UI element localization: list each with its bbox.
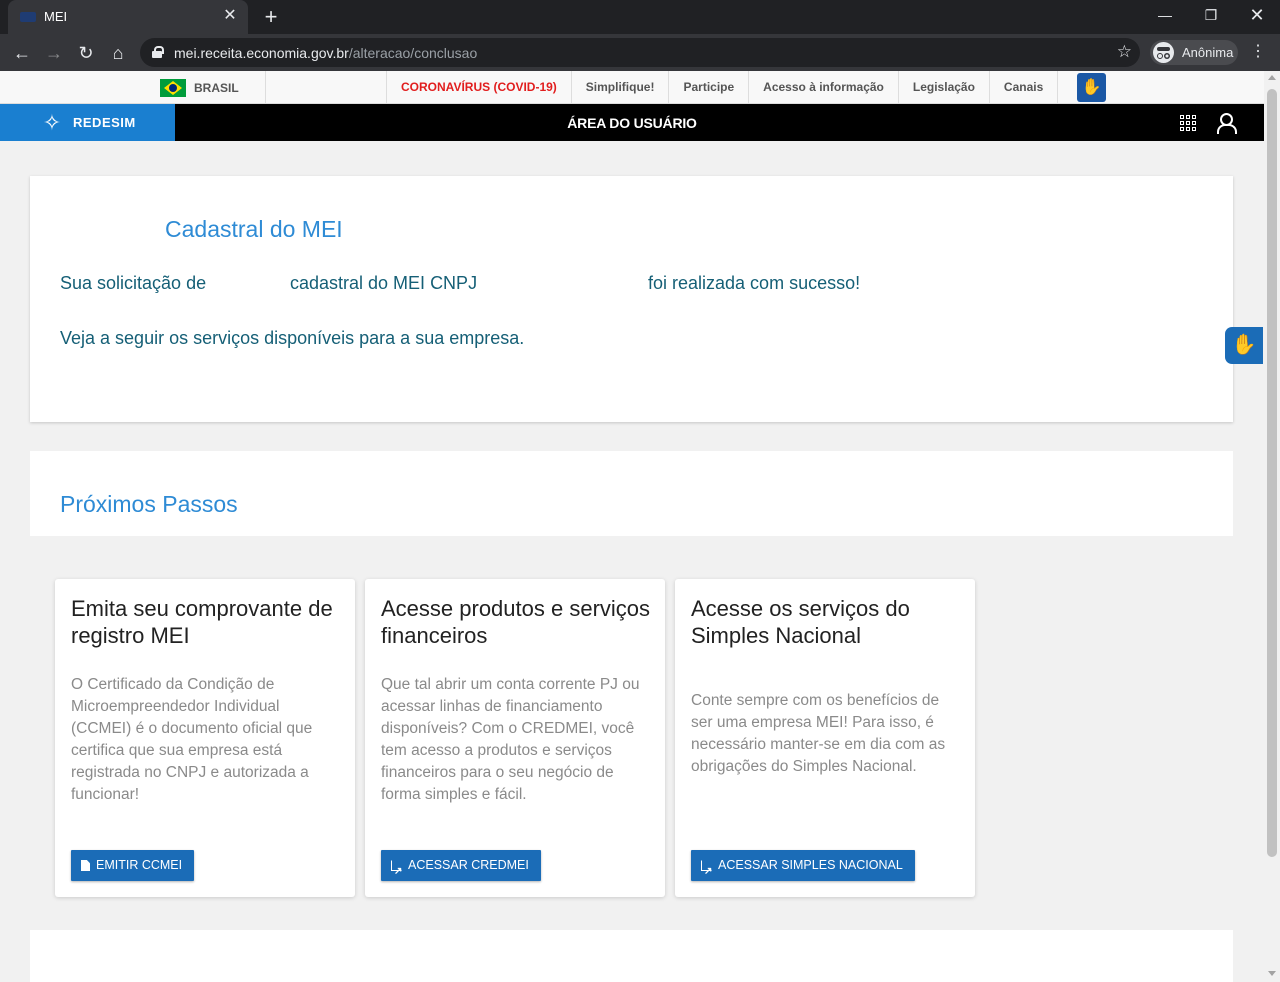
scroll-down-icon[interactable] <box>1268 971 1276 976</box>
gov-brasil-link[interactable]: BRASIL <box>194 81 239 95</box>
confirmation-title: Cadastral do MEI <box>165 216 343 242</box>
browser-toolbar: ← → ↻ ⌂ mei.receita.economia.gov.br/alte… <box>0 34 1280 71</box>
message-part: foi realizada com sucesso! <box>648 273 861 293</box>
gov-link-participe[interactable]: Participe <box>668 71 748 104</box>
hands-sign-language-icon[interactable]: ✋ <box>1077 73 1106 102</box>
incognito-icon <box>1153 42 1174 63</box>
gov-links: CORONAVÍRUS (COVID-19) Simplifique! Part… <box>386 71 1059 104</box>
divider <box>265 71 266 104</box>
step-description: Conte sempre com os benefícios de ser um… <box>691 692 946 775</box>
step-description: O Certificado da Condição de Microempree… <box>71 676 313 803</box>
browser-tab[interactable]: MEI ✕ <box>8 0 248 34</box>
step-card-ccmei: Emita seu comprovante de registro MEI O … <box>55 579 355 897</box>
profile-label: Anônima <box>1182 45 1234 60</box>
arrow-left-icon[interactable]: ← <box>8 39 36 67</box>
window-close-button[interactable]: ✕ <box>1234 0 1280 30</box>
window-restore-button[interactable]: ❐ <box>1188 0 1234 30</box>
arrow-right-icon[interactable]: → <box>40 39 68 67</box>
gov-link-covid[interactable]: CORONAVÍRUS (COVID-19) <box>386 71 571 104</box>
lock-icon[interactable] <box>152 46 164 58</box>
gov-bar: BRASIL CORONAVÍRUS (COVID-19) Simplifiqu… <box>0 71 1264 104</box>
hands-sign-language-icon[interactable]: ✋ <box>1225 327 1263 364</box>
scroll-up-icon[interactable] <box>1268 75 1276 80</box>
confirmation-message: Sua solicitação de cadastral do MEI CNPJ f… <box>60 273 860 294</box>
next-steps-title: Próximos Passos <box>60 491 238 517</box>
reload-icon[interactable]: ↻ <box>72 39 100 67</box>
favicon-icon <box>20 12 36 22</box>
document-icon <box>81 860 90 871</box>
tab-title: MEI <box>44 9 68 24</box>
page-viewport: BRASIL CORONAVÍRUS (COVID-19) Simplifiqu… <box>0 71 1264 982</box>
page-title: ÁREA DO USUÁRIO <box>567 115 697 131</box>
acessar-credmei-button[interactable]: ACESSAR CREDMEI <box>381 850 541 887</box>
url-text[interactable]: mei.receita.economia.gov.br/alteracao/co… <box>174 45 477 61</box>
browser-menu-icon[interactable]: ⋮ <box>1250 42 1266 62</box>
window-minimize-button[interactable]: — <box>1142 0 1188 30</box>
step-description: Que tal abrir um conta corrente PJ ou ac… <box>381 676 640 803</box>
user-icon[interactable] <box>1215 112 1237 134</box>
external-link-icon <box>391 856 402 887</box>
gov-link-canais[interactable]: Canais <box>988 71 1059 104</box>
gov-link-legislacao[interactable]: Legislação <box>897 71 989 104</box>
step-title: Emita seu comprovante de registro MEI <box>71 596 333 648</box>
confirmation-card: Cadastral do MEI Sua solicitação de cadas… <box>30 176 1233 422</box>
step-title: Acesse os serviços do Simples Nacional <box>691 596 910 648</box>
home-icon[interactable]: ⌂ <box>104 39 132 67</box>
acessar-simples-nacional-button[interactable]: ACESSAR SIMPLES NACIONAL <box>691 850 915 887</box>
star-icon[interactable]: ☆ <box>1117 42 1132 62</box>
message-part: Sua solicitação de <box>60 273 207 293</box>
browser-tab-bar: MEI ✕ + — ❐ ✕ <box>0 0 1280 34</box>
app-header: ✧ REDESIM ÁREA DO USUÁRIO <box>0 104 1264 141</box>
address-bar[interactable]: mei.receita.economia.gov.br/alteracao/co… <box>140 38 1140 67</box>
footer-card <box>30 930 1233 982</box>
message-part: cadastral do MEI CNPJ <box>290 273 478 293</box>
page-scrollbar[interactable] <box>1264 71 1280 982</box>
new-tab-button[interactable]: + <box>258 4 284 30</box>
gov-link-acesso-informacao[interactable]: Acesso à informação <box>748 71 898 104</box>
brazil-flag-icon[interactable] <box>160 79 186 97</box>
gov-link-simplifique[interactable]: Simplifique! <box>570 71 669 104</box>
button-label: EMITIR CCMEI <box>96 858 183 872</box>
button-label: ACESSAR SIMPLES NACIONAL <box>718 858 903 872</box>
scroll-thumb[interactable] <box>1267 89 1277 857</box>
profile-button[interactable]: Anônima <box>1150 40 1238 65</box>
emitir-ccmei-button[interactable]: EMITIR CCMEI <box>71 850 195 881</box>
step-title: Acesse produtos e serviços financeiros <box>381 596 651 648</box>
apps-grid-icon[interactable] <box>1180 115 1196 131</box>
tab-close-icon[interactable]: ✕ <box>220 6 240 26</box>
services-intro: Veja a seguir os serviços disponíveis pa… <box>60 328 525 348</box>
button-label: ACESSAR CREDMEI <box>408 858 529 872</box>
external-link-icon <box>701 856 712 887</box>
step-card-credmei: Acesse produtos e serviços financeiros Q… <box>365 579 665 897</box>
step-card-simples-nacional: Acesse os serviços do Simples Nacional C… <box>675 579 975 897</box>
